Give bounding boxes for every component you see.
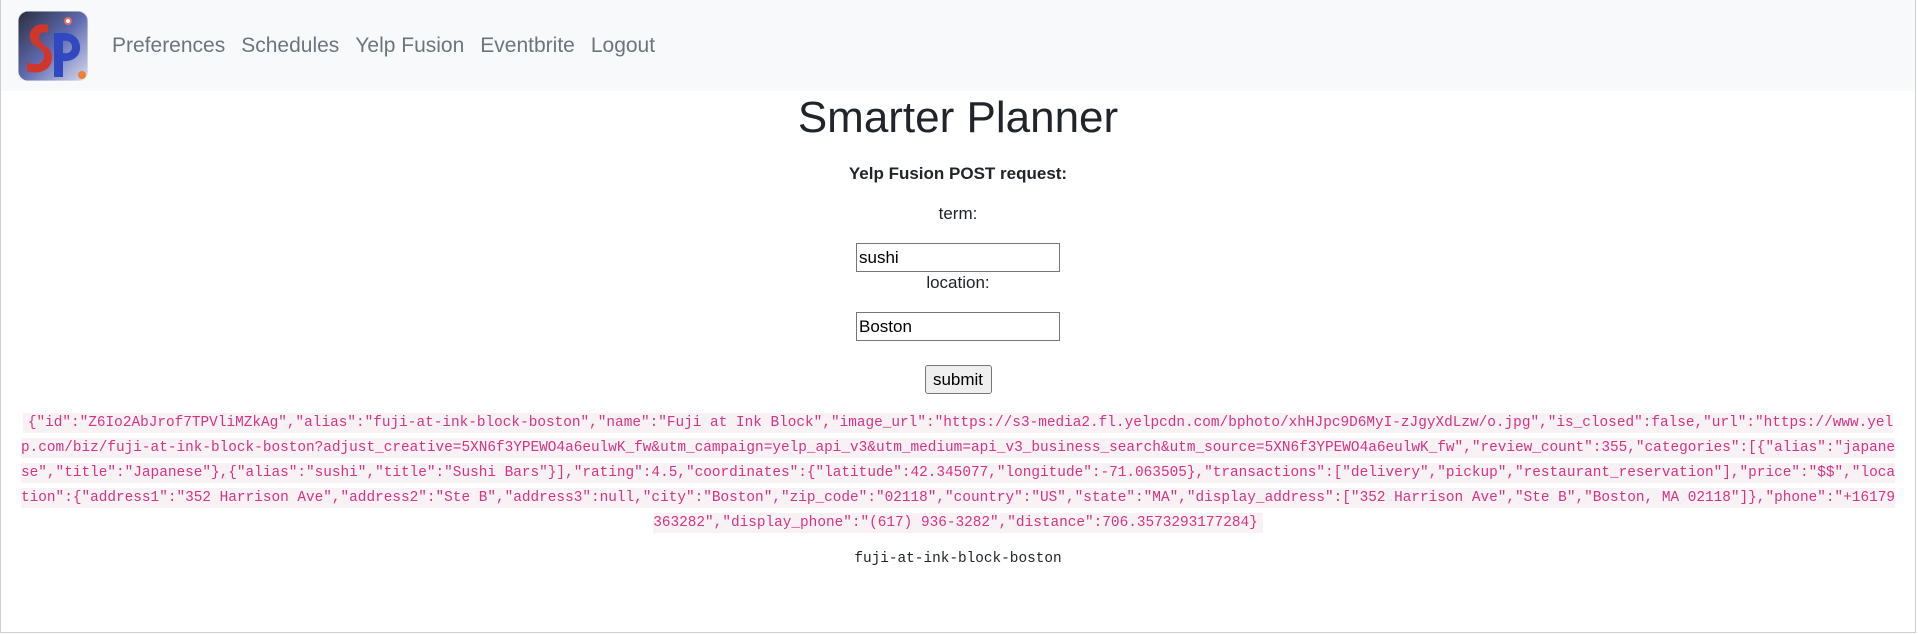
submit-button[interactable]: submit — [924, 365, 992, 394]
nav-link-logout[interactable]: Logout — [591, 34, 655, 58]
navbar: Preferences Schedules Yelp Fusion Eventb… — [1, 0, 1915, 91]
nav-link-preferences[interactable]: Preferences — [112, 34, 225, 58]
smarter-planner-logo-icon[interactable] — [18, 10, 88, 81]
nav-link-yelp-fusion[interactable]: Yelp Fusion — [355, 34, 464, 58]
term-input[interactable] — [856, 243, 1060, 272]
location-input[interactable] — [856, 312, 1060, 341]
nav-link-eventbrite[interactable]: Eventbrite — [480, 34, 575, 58]
page-title: Smarter Planner — [797, 93, 1119, 142]
json-response: {"id":"Z6Io2AbJrof7TPVliMZkAg","alias":"… — [17, 411, 1899, 536]
term-label: term: — [938, 204, 978, 223]
yelp-fusion-form: Yelp Fusion POST request: term: location… — [1, 163, 1915, 394]
alias-result: fuji-at-ink-block-boston — [854, 551, 1062, 567]
page: Preferences Schedules Yelp Fusion Eventb… — [0, 0, 1916, 633]
form-title: Yelp Fusion POST request: — [848, 164, 1068, 183]
main-content: Smarter Planner Yelp Fusion POST request… — [1, 91, 1915, 570]
nav-link-schedules[interactable]: Schedules — [241, 34, 339, 58]
json-response-code: {"id":"Z6Io2AbJrof7TPVliMZkAg","alias":"… — [21, 413, 1895, 533]
location-label: location: — [926, 273, 990, 292]
